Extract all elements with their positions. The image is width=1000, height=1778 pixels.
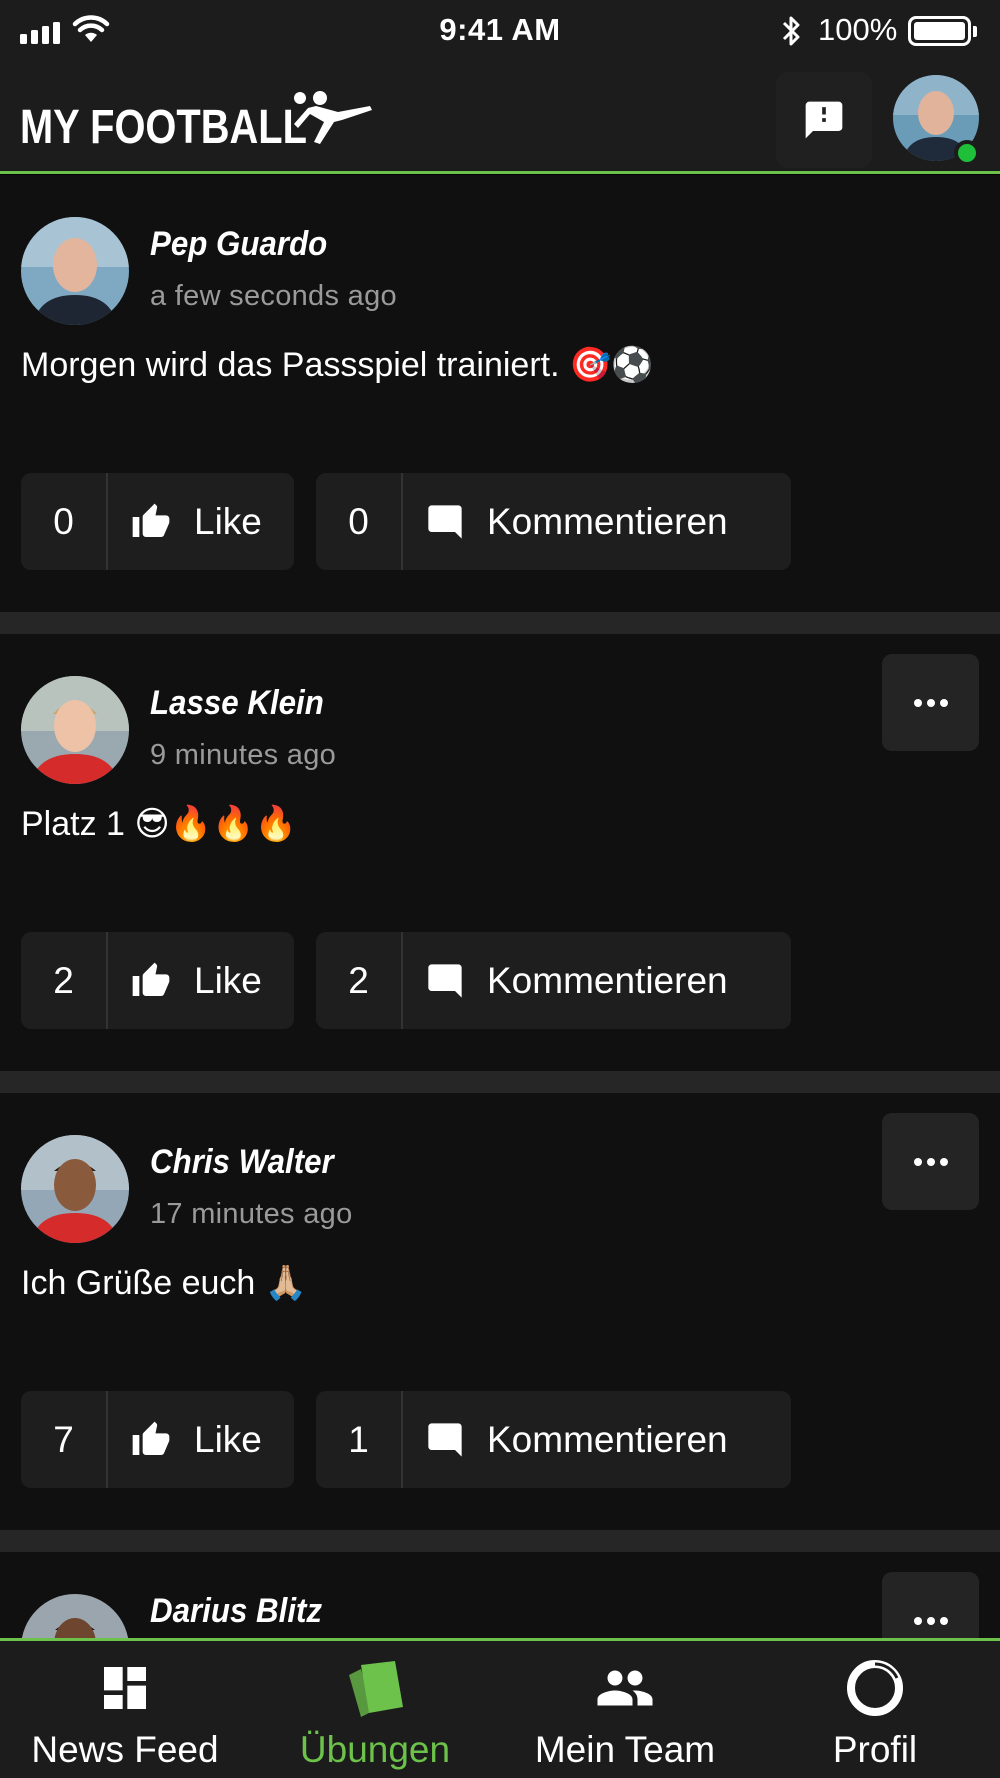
comment-icon xyxy=(428,1422,462,1457)
comment-label: Kommentieren xyxy=(487,959,728,1001)
cards-icon xyxy=(349,1661,403,1717)
post-card: Pep Guardo a few seconds ago Morgen wird… xyxy=(0,175,1000,612)
author-name[interactable]: Darius Blitz xyxy=(150,1592,322,1631)
comment-count: 2 xyxy=(316,932,403,1029)
app-header: MY FOOTBALL xyxy=(0,62,1000,174)
post-divider xyxy=(0,612,1000,634)
comment-button[interactable]: 0 Kommentieren xyxy=(316,473,791,570)
comment-button[interactable]: 1 Kommentieren xyxy=(316,1391,791,1488)
post-menu-button[interactable] xyxy=(882,654,979,751)
battery-percent: 100% xyxy=(818,12,898,47)
author-avatar[interactable] xyxy=(21,217,129,325)
thumbs-up-icon xyxy=(132,1421,170,1455)
nav-label: Mein Team xyxy=(534,1729,716,1770)
author-avatar[interactable] xyxy=(21,1594,129,1640)
football-player-icon xyxy=(294,91,372,144)
comment-label: Kommentieren xyxy=(487,500,728,542)
comment-button[interactable]: 2 Kommentieren xyxy=(316,932,791,1029)
battery-icon xyxy=(908,16,971,46)
bluetooth-icon xyxy=(782,16,800,46)
comment-count: 0 xyxy=(316,473,403,570)
post-text: Morgen wird das Passspiel trainiert. 🎯⚽ xyxy=(21,346,654,384)
post-time: a few seconds ago xyxy=(150,280,397,312)
nav-label: Profil xyxy=(832,1729,918,1770)
post-card: Chris Walter 17 minutes ago Ich Grüße eu… xyxy=(0,1093,1000,1530)
like-label: Like xyxy=(194,1418,262,1460)
profile-ring-icon xyxy=(847,1660,903,1716)
author-name[interactable]: Chris Walter xyxy=(150,1143,334,1182)
team-icon xyxy=(597,1670,653,1706)
comment-count: 1 xyxy=(316,1391,403,1488)
post-text: Platz 1 😎🔥🔥🔥 xyxy=(21,805,297,843)
online-status-dot xyxy=(954,140,980,166)
post-time: 9 minutes ago xyxy=(150,739,337,771)
post-divider xyxy=(0,1071,1000,1093)
thumbs-up-icon xyxy=(132,962,170,996)
post-menu-button[interactable] xyxy=(882,1572,979,1640)
nav-label: News Feed xyxy=(31,1729,219,1770)
nav-label: Übungen xyxy=(299,1729,451,1770)
nav-mein-team[interactable]: Mein Team xyxy=(515,1641,735,1778)
post-divider xyxy=(0,1530,1000,1552)
comment-label: Kommentieren xyxy=(487,1418,728,1460)
like-count: 7 xyxy=(21,1391,108,1488)
post-text: Ich Grüße euch 🙏🏼 xyxy=(21,1264,308,1302)
app-logo[interactable]: MY FOOTBALL xyxy=(20,100,307,155)
comment-icon xyxy=(428,963,462,998)
bottom-navigation: News Feed Übungen Mein Team Profil xyxy=(0,1638,1000,1778)
like-label: Like xyxy=(194,500,262,542)
nav-profil[interactable]: Profil xyxy=(765,1641,985,1778)
author-name[interactable]: Lasse Klein xyxy=(150,684,324,723)
author-avatar[interactable] xyxy=(21,1135,129,1243)
post-card: Lasse Klein 9 minutes ago Platz 1 😎🔥🔥🔥 2… xyxy=(0,634,1000,1071)
like-label: Like xyxy=(194,959,262,1001)
chat-alert-icon xyxy=(805,101,843,139)
dashboard-icon xyxy=(104,1667,146,1709)
author-name[interactable]: Pep Guardo xyxy=(150,225,327,264)
nav-news-feed[interactable]: News Feed xyxy=(15,1641,235,1778)
post-card: Darius Blitz xyxy=(0,1552,1000,1640)
comment-icon xyxy=(428,504,462,539)
thumbs-up-icon xyxy=(132,503,170,537)
author-avatar[interactable] xyxy=(21,676,129,784)
post-time: 17 minutes ago xyxy=(150,1198,353,1230)
chat-button[interactable] xyxy=(776,72,872,168)
like-count: 0 xyxy=(21,473,108,570)
post-menu-button[interactable] xyxy=(882,1113,979,1210)
like-count: 2 xyxy=(21,932,108,1029)
status-bar: 9:41 AM 100% xyxy=(0,0,1000,62)
like-button[interactable]: 2 Like xyxy=(21,932,294,1029)
like-button[interactable]: 7 Like xyxy=(21,1391,294,1488)
nav-uebungen[interactable]: Übungen xyxy=(265,1641,485,1778)
like-button[interactable]: 0 Like xyxy=(21,473,294,570)
news-feed: Pep Guardo a few seconds ago Morgen wird… xyxy=(0,175,1000,1640)
